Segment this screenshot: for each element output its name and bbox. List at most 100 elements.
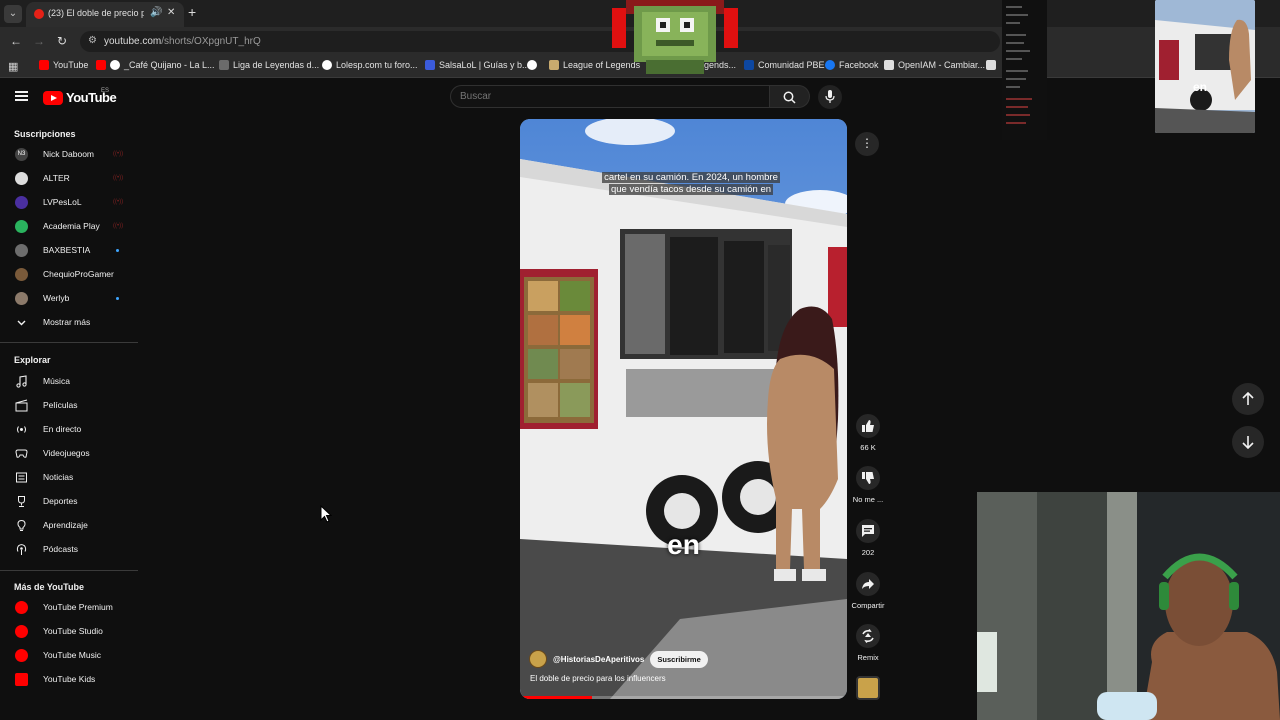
- browser-tab[interactable]: (23) El doble de precio para los influen…: [26, 2, 184, 27]
- podcast-icon: [16, 544, 27, 555]
- video-subtitle-word: en: [667, 529, 700, 560]
- arrow-up-icon: [1242, 392, 1254, 405]
- webcam-feed: [977, 492, 1280, 720]
- sidebar-item-en-directo[interactable]: En directo: [0, 419, 138, 441]
- share-button[interactable]: Compartir: [848, 572, 888, 610]
- sidebar-item-label: Deportes: [43, 496, 78, 506]
- page-icon: [219, 60, 229, 70]
- openiam-icon: [884, 60, 894, 70]
- like-button[interactable]: 66 K: [848, 414, 888, 452]
- sidebar-item-videojuegos[interactable]: Videojuegos: [0, 443, 138, 465]
- new-tab-icon[interactable]: +: [188, 4, 196, 20]
- back-arrow-icon[interactable]: ←: [10, 34, 22, 48]
- previous-short-button[interactable]: [1232, 383, 1264, 415]
- reload-icon[interactable]: ↻: [57, 34, 67, 48]
- sidebar-item-youtube-premium[interactable]: YouTube Premium: [0, 597, 138, 619]
- share-label: Compartir: [851, 601, 885, 610]
- youtube-header: YouTube ES: [0, 79, 1000, 117]
- subscription-werlyb[interactable]: Werlyb: [0, 288, 138, 310]
- tab-search-button[interactable]: ⌄: [4, 5, 22, 23]
- subscription-label: ChequioProGamer: [43, 269, 114, 279]
- original-sound-thumbnail[interactable]: [856, 676, 880, 700]
- sidebar-item-aprendizaje[interactable]: Aprendizaje: [0, 515, 138, 537]
- bookmark-youtube[interactable]: YouTube: [39, 60, 88, 70]
- remix-button[interactable]: Remix: [848, 624, 888, 662]
- bookmark-liga-de-leyendas[interactable]: Liga de Leyendas d...: [219, 60, 319, 70]
- subscription-label: Nick Daboom: [43, 149, 95, 159]
- overlay-line: [1006, 70, 1028, 72]
- comment-icon: [862, 525, 874, 537]
- sidebar-item-noticias[interactable]: Noticias: [0, 467, 138, 489]
- forward-arrow-icon[interactable]: →: [33, 34, 45, 48]
- newspaper-icon: [16, 472, 27, 483]
- live-indicator-icon: ((•)): [113, 151, 124, 157]
- sidebar-item-deportes[interactable]: Deportes: [0, 491, 138, 513]
- search-input[interactable]: [451, 86, 751, 107]
- bookmark-lolesp[interactable]: Lolesp.com tu foro...: [322, 60, 418, 70]
- league-icon: [549, 60, 559, 70]
- dislike-button[interactable]: No me ...: [848, 466, 888, 504]
- page-icon: [986, 60, 996, 70]
- overlay-line: [1006, 122, 1026, 124]
- overlay-line: [1006, 106, 1028, 108]
- comments-button[interactable]: 202: [848, 519, 888, 557]
- subscription-academia-play[interactable]: Academia Play ((•)): [0, 216, 138, 238]
- search-button[interactable]: [770, 85, 810, 108]
- sidebar-item-podcasts[interactable]: Pódcasts: [0, 539, 138, 561]
- remix-icon: [862, 629, 874, 643]
- bookmark-globe[interactable]: [527, 60, 537, 70]
- close-tab-icon[interactable]: ✕: [167, 7, 175, 18]
- site-settings-icon[interactable]: ⚙: [88, 35, 97, 46]
- subscription-baxbestia[interactable]: BAXBESTIA: [0, 240, 138, 262]
- bookmark-cafe-quijano[interactable]: _Café Quijano - La L...: [96, 60, 215, 70]
- bookmark-salsalol[interactable]: SalsaLoL | Guías y b...: [425, 60, 530, 70]
- voice-search-button[interactable]: [818, 85, 842, 109]
- bookmark-comunidad-pbe[interactable]: Comunidad PBE: [744, 60, 825, 70]
- channel-avatar: [15, 220, 28, 233]
- sidebar-item-youtube-studio[interactable]: YouTube Studio: [0, 621, 138, 643]
- live-indicator-icon: ((•)): [113, 199, 124, 205]
- url-input[interactable]: ⚙ youtube.com/shorts/OXpgnUT_hrQ: [80, 31, 1000, 52]
- video-progress-bar[interactable]: [520, 696, 847, 699]
- subscription-nick-daboom[interactable]: N3 Nick Daboom ((•)): [0, 144, 138, 166]
- subscription-chequioprogamer[interactable]: ChequioProGamer: [0, 264, 138, 286]
- thumbs-down-icon: [862, 472, 874, 484]
- video-title[interactable]: El doble de precio para los influencers: [530, 674, 666, 683]
- caption-line: cartel en su camión. En 2024, un hombre: [602, 172, 780, 183]
- thumbs-up-icon: [862, 420, 874, 432]
- shorts-video-player[interactable]: cartel en su camión. En 2024, un hombre …: [520, 119, 847, 699]
- subscription-lvpeslol[interactable]: LVPesLoL ((•)): [0, 192, 138, 214]
- sidebar-item-youtube-kids[interactable]: YouTube Kids: [0, 669, 138, 691]
- apps-grid-icon[interactable]: ▦: [8, 60, 18, 73]
- new-content-dot: [116, 249, 119, 252]
- music-note-icon: [16, 375, 27, 388]
- channel-avatar: N3: [15, 148, 28, 161]
- show-more-button[interactable]: Mostrar más: [0, 312, 138, 334]
- video-progress-fill: [520, 696, 592, 699]
- sidebar-item-peliculas[interactable]: Películas: [0, 395, 138, 417]
- bookmark-overflow[interactable]: [986, 60, 996, 70]
- sidebar-item-youtube-music[interactable]: YouTube Music: [0, 645, 138, 667]
- youtube-kids-icon: [15, 673, 28, 686]
- channel-avatar: [15, 196, 28, 209]
- streamer-webcam: [977, 492, 1280, 720]
- sidebar-item-label: En directo: [43, 424, 82, 434]
- search-box: [450, 85, 770, 108]
- hamburger-menu-icon[interactable]: [15, 91, 28, 101]
- channel-name[interactable]: @HistoriasDeAperitivos: [553, 655, 644, 664]
- subscription-alter[interactable]: ALTER ((•)): [0, 168, 138, 190]
- channel-avatar[interactable]: [529, 650, 547, 668]
- bookmark-facebook[interactable]: Facebook: [825, 60, 879, 70]
- next-short-button[interactable]: [1232, 426, 1264, 458]
- subscribe-button[interactable]: Suscribirme: [650, 650, 708, 668]
- subscription-label: BAXBESTIA: [43, 245, 91, 255]
- more-options-icon[interactable]: ⋮: [855, 132, 879, 156]
- video-caption: cartel en su camión. En 2024, un hombre …: [590, 172, 792, 196]
- speaker-icon[interactable]: 🔊: [150, 7, 162, 18]
- like-count: 66 K: [860, 443, 876, 452]
- clapperboard-icon: [15, 399, 28, 412]
- sidebar-item-musica[interactable]: Música: [0, 371, 138, 393]
- share-arrow-icon: [862, 579, 874, 589]
- bookmark-openiam[interactable]: OpenIAM - Cambiar...: [884, 60, 985, 70]
- subscription-label: LVPesLoL: [43, 197, 82, 207]
